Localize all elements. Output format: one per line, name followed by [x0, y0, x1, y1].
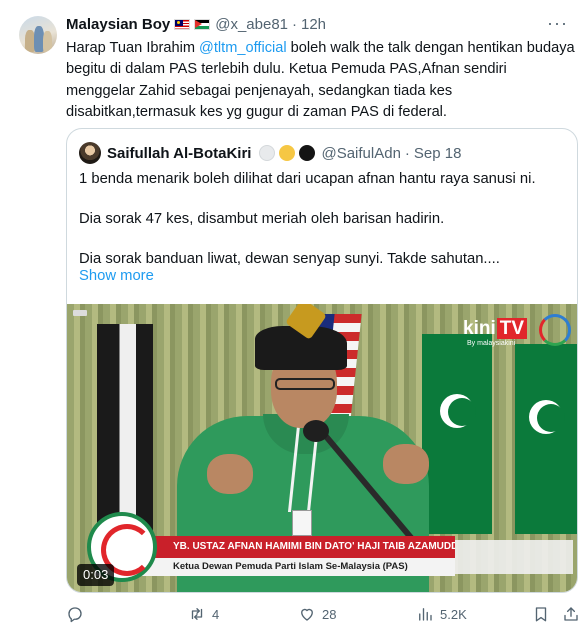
- quoted-paragraph: Dia sorak 47 kes, disambut meriah oleh b…: [79, 211, 445, 227]
- author-handle[interactable]: @x_abe81: [215, 16, 288, 33]
- quoted-tweet-header: Saifullah Al-BotaKiri @SaifulAdn · Sep 1…: [79, 142, 462, 164]
- background-flag-pas: [422, 334, 492, 534]
- author-avatar[interactable]: [19, 16, 57, 54]
- tweet-header: Malaysian Boy @x_abe81 · 12h: [66, 14, 326, 34]
- quoted-tweet[interactable]: Saifullah Al-BotaKiri @SaifulAdn · Sep 1…: [66, 128, 578, 593]
- tweet-actions-bar: 4 28 5.2K: [66, 601, 582, 627]
- bookmark-icon: [535, 607, 547, 622]
- quoted-paragraph: 1 benda menarik boleh dilihat dari ucapa…: [79, 171, 536, 187]
- separator-dot: ·: [404, 144, 410, 162]
- separator-dot: ·: [292, 15, 297, 33]
- tweet-card[interactable]: Malaysian Boy @x_abe81 · 12h ··· Harap T…: [0, 0, 586, 632]
- quoted-paragraph: Dia sorak banduan liwat, dewan senyap su…: [79, 251, 500, 267]
- kinitv-logo-kini: kini: [463, 318, 496, 339]
- retweet-count: 4: [212, 606, 220, 622]
- tweet-body: Harap Tuan Ibrahim @tltm_official boleh …: [66, 38, 576, 124]
- speaker-id-card: [292, 510, 312, 536]
- video-duration-badge: 0:03: [77, 564, 115, 586]
- tweet-text-part: Harap Tuan Ibrahim: [66, 40, 200, 56]
- video-player[interactable]: kini TV By malaysiakini YB. USTAZ AFNAN H…: [67, 304, 577, 592]
- like-button[interactable]: 28: [298, 601, 336, 627]
- speaker-glasses: [275, 378, 335, 390]
- quoted-tweet-date[interactable]: Sep 18: [414, 145, 462, 162]
- like-count: 28: [322, 606, 337, 622]
- yellow-circle-icon: [279, 145, 296, 161]
- microphone-icon: [303, 420, 329, 442]
- quoted-author-avatar[interactable]: [79, 142, 101, 164]
- channel-tag: [73, 310, 87, 316]
- speaker-right-hand: [383, 444, 429, 484]
- tweet-timestamp[interactable]: 12h: [301, 16, 326, 33]
- author-display-name[interactable]: Malaysian Boy: [66, 16, 170, 33]
- speaker-left-hand: [207, 454, 253, 494]
- reply-button[interactable]: [66, 601, 90, 627]
- malaysia-flag-icon: [174, 18, 191, 30]
- heart-icon: [301, 608, 313, 621]
- views-count: 5.2K: [440, 606, 467, 622]
- kinitv-logo-tv: TV: [496, 318, 528, 339]
- retweet-button[interactable]: 4: [188, 601, 219, 627]
- background-flag-pas-right: [515, 344, 577, 534]
- black-circle-icon: [299, 145, 316, 161]
- quoted-author-display-name[interactable]: Saifullah Al-BotaKiri: [107, 145, 251, 162]
- palestine-flag-icon: [194, 18, 211, 30]
- quoted-tweet-body: 1 benda menarik boleh dilihat dari ucapa…: [79, 169, 567, 269]
- video-lower-third: YB. USTAZ AFNAN HAMIMI BIN DATO' HAJI TA…: [67, 512, 577, 592]
- reply-icon: [68, 607, 82, 623]
- quoted-author-handle[interactable]: @SaifulAdn: [321, 145, 400, 162]
- share-icon: [564, 607, 578, 621]
- views-button[interactable]: 5.2K: [416, 601, 467, 627]
- white-circle-icon: [259, 145, 276, 161]
- mention-link[interactable]: @tltm_official: [199, 40, 287, 56]
- speaker-headwear: [255, 304, 347, 370]
- views-icon: [419, 608, 432, 621]
- event-logo-icon: [539, 314, 571, 346]
- bookmark-button[interactable]: [532, 601, 550, 627]
- share-button[interactable]: [562, 601, 580, 627]
- retweet-icon: [191, 608, 203, 620]
- show-more-link[interactable]: Show more: [79, 268, 154, 284]
- kinitv-byline: By malaysiakini: [467, 340, 516, 347]
- more-options-icon[interactable]: ···: [547, 14, 568, 32]
- background-flag-dark: [97, 324, 153, 534]
- lower-third-side-panel: [455, 540, 573, 574]
- kinitv-logo: kini TV: [463, 316, 531, 342]
